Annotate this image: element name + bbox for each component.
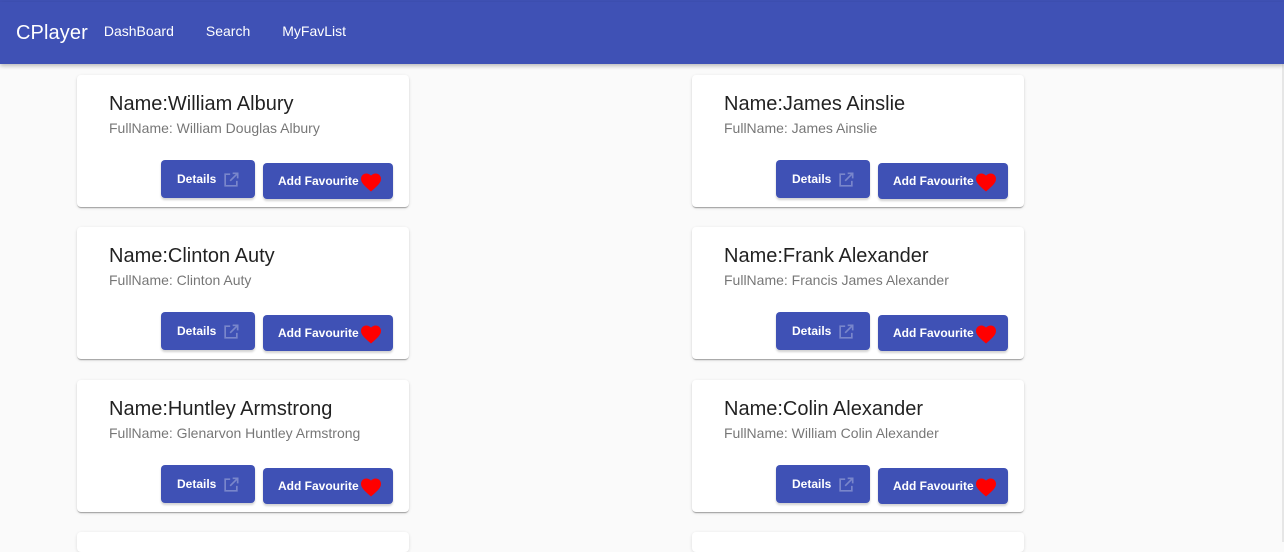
details-label: Details xyxy=(792,477,832,491)
player-card-partial xyxy=(692,532,1024,552)
player-fullname: FullName: William Douglas Albury xyxy=(109,120,320,136)
details-button[interactable]: Details xyxy=(161,465,255,503)
player-card: Name:Frank Alexander FullName: Francis J… xyxy=(692,227,1024,359)
add-favourite-label: Add Favourite xyxy=(893,174,974,188)
details-label: Details xyxy=(177,477,217,491)
details-button[interactable]: Details xyxy=(776,465,870,503)
player-name: Name:Huntley Armstrong xyxy=(109,398,333,420)
add-favourite-label: Add Favourite xyxy=(278,326,359,340)
add-favourite-button[interactable]: Add Favourite xyxy=(878,468,1008,504)
add-favourite-button[interactable]: Add Favourite xyxy=(263,468,393,504)
app-brand[interactable]: CPlayer xyxy=(16,22,88,45)
player-card: Name:Clinton Auty FullName: Clinton Auty… xyxy=(77,227,409,359)
player-name: Name:William Albury xyxy=(109,93,294,115)
details-button[interactable]: Details xyxy=(776,160,870,198)
details-label: Details xyxy=(792,172,832,186)
heart-icon xyxy=(975,172,997,192)
add-favourite-label: Add Favourite xyxy=(278,479,359,493)
open-in-new-icon xyxy=(221,170,241,190)
open-in-new-icon xyxy=(836,322,856,342)
nav-search[interactable]: Search xyxy=(190,13,266,49)
details-label: Details xyxy=(177,172,217,186)
player-name: Name:Frank Alexander xyxy=(724,245,929,267)
heart-icon xyxy=(975,477,997,497)
details-button[interactable]: Details xyxy=(161,312,255,350)
top-toolbar: CPlayer DashBoard Search MyFavList xyxy=(0,2,1284,64)
heart-icon xyxy=(360,324,382,344)
player-card: Name:Huntley Armstrong FullName: Glenarv… xyxy=(77,380,409,512)
open-in-new-icon xyxy=(221,475,241,495)
add-favourite-label: Add Favourite xyxy=(893,326,974,340)
details-button[interactable]: Details xyxy=(776,312,870,350)
player-card: Name:William Albury FullName: William Do… xyxy=(77,75,409,207)
player-fullname: FullName: Clinton Auty xyxy=(109,272,252,288)
add-favourite-button[interactable]: Add Favourite xyxy=(263,163,393,199)
add-favourite-label: Add Favourite xyxy=(893,479,974,493)
details-label: Details xyxy=(177,324,217,338)
player-name: Name:Colin Alexander xyxy=(724,398,923,420)
heart-icon xyxy=(975,324,997,344)
player-fullname: FullName: Glenarvon Huntley Armstrong xyxy=(109,425,361,441)
nav-myfavlist[interactable]: MyFavList xyxy=(266,13,362,49)
player-name: Name:James Ainslie xyxy=(724,93,906,115)
add-favourite-button[interactable]: Add Favourite xyxy=(263,315,393,351)
add-favourite-button[interactable]: Add Favourite xyxy=(878,315,1008,351)
open-in-new-icon xyxy=(836,170,856,190)
open-in-new-icon xyxy=(221,322,241,342)
add-favourite-label: Add Favourite xyxy=(278,174,359,188)
open-in-new-icon xyxy=(836,475,856,495)
details-button[interactable]: Details xyxy=(161,160,255,198)
heart-icon xyxy=(360,477,382,497)
player-fullname: FullName: James Ainslie xyxy=(724,120,878,136)
player-card: Name:James Ainslie FullName: James Ainsl… xyxy=(692,75,1024,207)
add-favourite-button[interactable]: Add Favourite xyxy=(878,163,1008,199)
heart-icon xyxy=(360,172,382,192)
player-name: Name:Clinton Auty xyxy=(109,245,275,267)
details-label: Details xyxy=(792,324,832,338)
player-card: Name:Colin Alexander FullName: William C… xyxy=(692,380,1024,512)
player-fullname: FullName: William Colin Alexander xyxy=(724,425,939,441)
player-fullname: FullName: Francis James Alexander xyxy=(724,272,949,288)
nav-dashboard[interactable]: DashBoard xyxy=(104,13,190,49)
player-card-partial xyxy=(77,532,409,552)
